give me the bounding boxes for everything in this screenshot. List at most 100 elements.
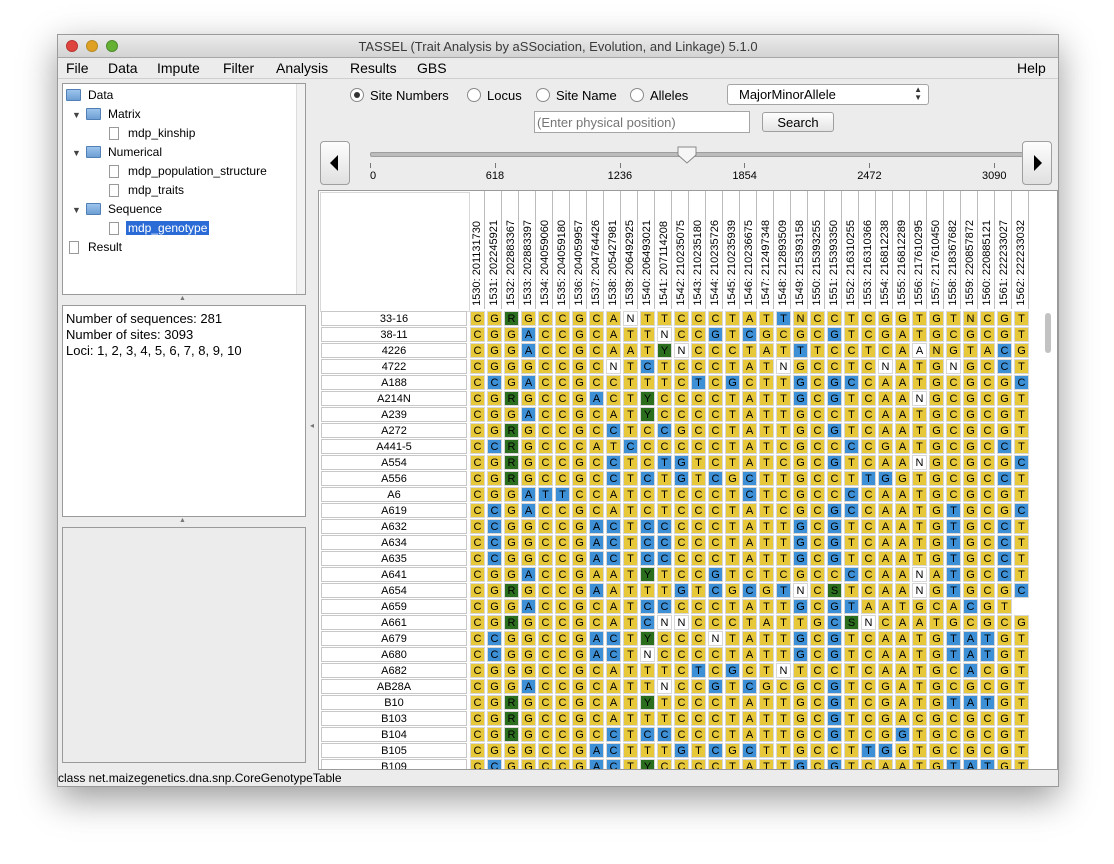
genotype-cell[interactable]: G xyxy=(997,423,1012,438)
genotype-cell[interactable]: C xyxy=(555,311,570,326)
genotype-cell[interactable]: C xyxy=(657,631,672,646)
genotype-cell[interactable]: C xyxy=(691,407,706,422)
genotype-cell[interactable]: C xyxy=(691,647,706,662)
genotype-cell[interactable]: T xyxy=(844,583,859,598)
genotype-cell[interactable]: A xyxy=(878,567,893,582)
genotype-cell[interactable]: G xyxy=(963,487,978,502)
genotype-cell[interactable]: Y xyxy=(657,343,672,358)
genotype-cell[interactable]: C xyxy=(708,583,723,598)
genotype-cell[interactable]: T xyxy=(657,503,672,518)
genotype-cell[interactable]: C xyxy=(657,759,672,769)
genotype-cell[interactable]: T xyxy=(946,631,961,646)
genotype-cell[interactable]: N xyxy=(929,343,944,358)
genotype-cell[interactable]: R xyxy=(504,727,519,742)
genotype-cell[interactable]: T xyxy=(912,503,927,518)
genotype-cell[interactable]: C xyxy=(776,439,791,454)
genotype-cell[interactable]: G xyxy=(521,471,536,486)
genotype-cell[interactable]: G xyxy=(572,631,587,646)
genotype-cell[interactable]: G xyxy=(521,647,536,662)
genotype-cell[interactable]: A xyxy=(606,407,621,422)
genotype-cell[interactable]: T xyxy=(1014,695,1029,710)
genotype-cell[interactable]: C xyxy=(470,695,485,710)
genotype-cell[interactable]: G xyxy=(827,503,842,518)
genotype-cell[interactable]: T xyxy=(725,535,740,550)
genotype-cell[interactable]: A xyxy=(742,391,757,406)
genotype-cell[interactable]: C xyxy=(674,407,689,422)
genotype-cell[interactable]: T xyxy=(844,423,859,438)
genotype-cell[interactable]: C xyxy=(606,743,621,758)
genotype-cell[interactable]: C xyxy=(742,663,757,678)
genotype-cell[interactable]: C xyxy=(691,615,706,630)
genotype-cell[interactable]: G xyxy=(793,503,808,518)
genotype-cell[interactable]: A xyxy=(742,727,757,742)
genotype-cell[interactable]: C xyxy=(861,759,876,769)
site-column-header[interactable]: 1562: 222233032 xyxy=(1014,191,1029,309)
genotype-cell[interactable]: G xyxy=(929,711,944,726)
genotype-cell[interactable]: C xyxy=(470,679,485,694)
genotype-cell[interactable]: C xyxy=(861,487,876,502)
genotype-cell[interactable]: R xyxy=(504,695,519,710)
genotype-cell[interactable]: A xyxy=(929,567,944,582)
genotype-cell[interactable]: C xyxy=(657,535,672,550)
genotype-cell[interactable]: G xyxy=(521,455,536,470)
genotype-cell[interactable]: A xyxy=(878,423,893,438)
site-column-header[interactable]: 1559: 220857872 xyxy=(963,191,978,309)
genotype-cell[interactable]: C xyxy=(708,663,723,678)
genotype-cell[interactable]: C xyxy=(674,727,689,742)
genotype-cell[interactable]: A xyxy=(878,503,893,518)
genotype-cell[interactable]: G xyxy=(997,375,1012,390)
genotype-cell[interactable]: C xyxy=(640,727,655,742)
site-column-header[interactable]: 1561: 222233027 xyxy=(997,191,1012,309)
radio-alleles-circle[interactable] xyxy=(630,88,644,102)
genotype-cell[interactable]: T xyxy=(657,487,672,502)
taxon-row-header[interactable]: A441-5 xyxy=(321,439,467,454)
genotype-cell[interactable]: C xyxy=(861,647,876,662)
genotype-cell[interactable]: C xyxy=(861,583,876,598)
genotype-cell[interactable]: C xyxy=(487,503,502,518)
genotype-cell[interactable]: C xyxy=(861,631,876,646)
genotype-cell[interactable]: T xyxy=(946,759,961,769)
genotype-cell[interactable]: N xyxy=(657,327,672,342)
genotype-cell[interactable]: C xyxy=(708,455,723,470)
genotype-cell[interactable]: C xyxy=(861,711,876,726)
genotype-cell[interactable]: C xyxy=(674,759,689,769)
genotype-cell[interactable]: A xyxy=(963,647,978,662)
genotype-cell[interactable]: C xyxy=(640,439,655,454)
genotype-cell[interactable]: A xyxy=(895,407,910,422)
genotype-cell[interactable]: C xyxy=(606,647,621,662)
genotype-cell[interactable]: C xyxy=(538,695,553,710)
genotype-cell[interactable]: T xyxy=(759,551,774,566)
genotype-cell[interactable]: C xyxy=(980,327,995,342)
genotype-cell[interactable]: T xyxy=(844,743,859,758)
genotype-cell[interactable]: G xyxy=(572,423,587,438)
genotype-cell[interactable]: G xyxy=(929,519,944,534)
genotype-cell[interactable]: T xyxy=(844,727,859,742)
genotype-cell[interactable]: T xyxy=(691,743,706,758)
genotype-cell[interactable]: C xyxy=(470,375,485,390)
genotype-cell[interactable]: N xyxy=(861,615,876,630)
genotype-cell[interactable]: G xyxy=(997,583,1012,598)
genotype-cell[interactable]: C xyxy=(980,551,995,566)
genotype-cell[interactable]: T xyxy=(725,551,740,566)
genotype-cell[interactable]: C xyxy=(538,343,553,358)
genotype-cell[interactable]: T xyxy=(725,695,740,710)
genotype-cell[interactable]: C xyxy=(708,519,723,534)
genotype-cell[interactable]: C xyxy=(691,567,706,582)
genotype-cell[interactable]: C xyxy=(861,455,876,470)
genotype-cell[interactable]: C xyxy=(657,407,672,422)
genotype-cell[interactable]: G xyxy=(725,663,740,678)
genotype-cell[interactable]: C xyxy=(861,503,876,518)
genotype-cell[interactable]: G xyxy=(793,551,808,566)
genotype-cell[interactable]: T xyxy=(759,759,774,769)
genotype-cell[interactable]: C xyxy=(606,391,621,406)
genotype-cell[interactable]: G xyxy=(793,471,808,486)
genotype-cell[interactable]: T xyxy=(776,311,791,326)
genotype-cell[interactable]: C xyxy=(708,407,723,422)
genotype-cell[interactable]: C xyxy=(810,359,825,374)
genotype-cell[interactable]: C xyxy=(589,375,604,390)
genotype-cell[interactable]: C xyxy=(589,311,604,326)
genotype-cell[interactable]: C xyxy=(555,327,570,342)
genotype-cell[interactable]: T xyxy=(623,375,638,390)
genotype-cell[interactable]: A xyxy=(912,343,927,358)
genotype-cell[interactable]: C xyxy=(555,423,570,438)
